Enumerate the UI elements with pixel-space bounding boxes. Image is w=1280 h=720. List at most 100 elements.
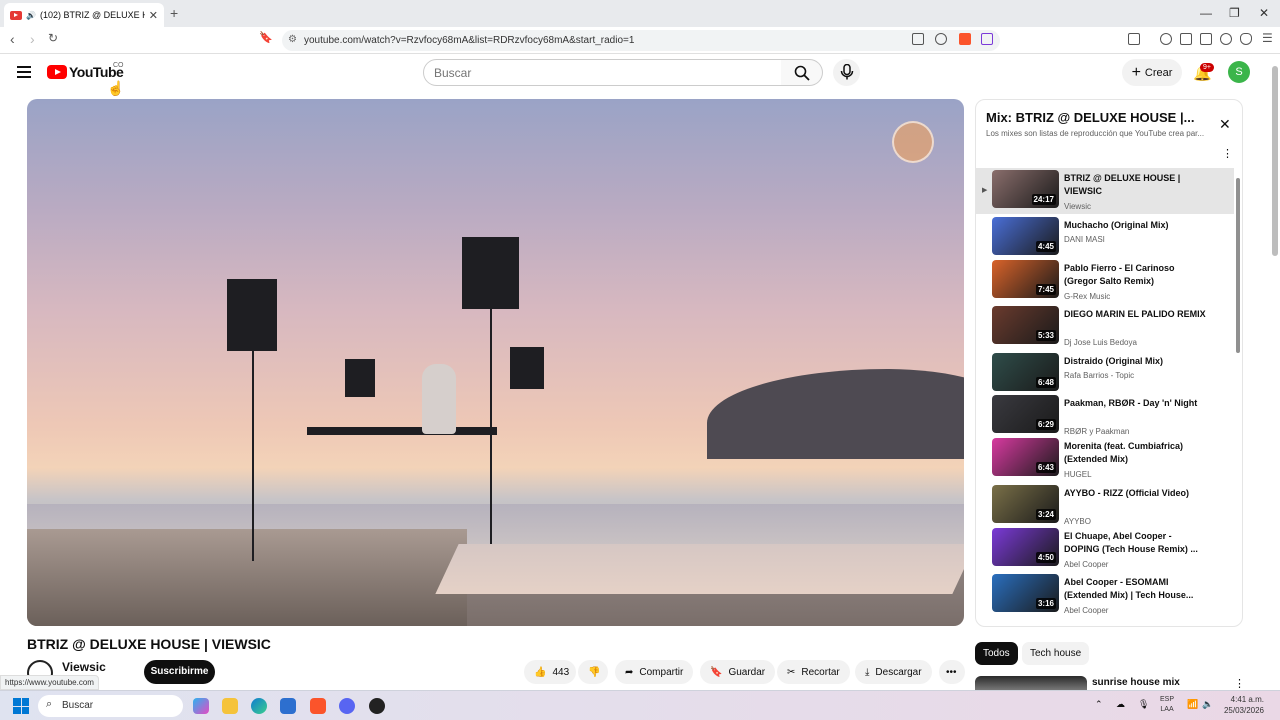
search-input[interactable]	[423, 59, 782, 86]
download-button[interactable]: ⤓ Descargar	[855, 660, 932, 684]
playlist-item-title[interactable]: Abel Cooper - ESOMAMI (Extended Mix) | T…	[1064, 576, 1209, 602]
playlist-item[interactable]: ▶ 24:17 BTRIZ @ DELUXE HOUSE | VIEWSIC View…	[976, 168, 1234, 214]
playlist-thumbnail[interactable]: 3:16	[992, 574, 1059, 612]
voice-search-button[interactable]	[833, 59, 860, 86]
audio-icon[interactable]: 🔊	[26, 11, 36, 20]
browser-tab[interactable]: 🔊 (102) BTRIZ @ DELUXE HOUS ✕	[4, 3, 164, 27]
tray-chevron-icon[interactable]: ⌃	[1095, 699, 1103, 710]
recommended-more-icon[interactable]: ⋮	[1234, 677, 1245, 690]
brave-rewards-icon[interactable]	[981, 33, 993, 45]
playlist-thumbnail[interactable]: 6:48	[992, 353, 1059, 391]
screenshot-icon[interactable]	[1128, 33, 1140, 45]
playlist-item-title[interactable]: Paakman, RBØR - Day 'n' Night	[1064, 397, 1209, 410]
playlist-item-title[interactable]: Distraido (Original Mix)	[1064, 355, 1209, 368]
close-playlist-icon[interactable]: ✕	[1219, 116, 1231, 133]
brave-taskbar-icon[interactable]	[310, 698, 326, 714]
playlist-title[interactable]: Mix: BTRIZ @ DELUXE HOUSE |...	[986, 110, 1206, 125]
playlist-item[interactable]: 3:16 Abel Cooper - ESOMAMI (Extended Mix)…	[976, 572, 1234, 618]
bookmark-icon[interactable]: 🔖	[259, 31, 273, 44]
brave-shield-icon[interactable]	[959, 33, 971, 45]
playlist-thumbnail[interactable]: 4:45	[992, 217, 1059, 255]
file-explorer-icon[interactable]	[222, 698, 238, 714]
playlist-item-title[interactable]: AYYBO - RIZZ (Official Video)	[1064, 487, 1209, 500]
dislike-button[interactable]: 👎	[578, 660, 608, 684]
browser-menu-icon[interactable]: ☰	[1262, 31, 1273, 45]
playlist-thumbnail[interactable]: 6:43	[992, 438, 1059, 476]
playlist-item[interactable]: 5:33 DIEGO MARIN EL PALIDO REMIX Dj Jose L…	[976, 304, 1234, 350]
account-avatar[interactable]: S	[1228, 61, 1250, 83]
playlist-item[interactable]: 6:43 Morenita (feat. Cumbiafrica) (Extend…	[976, 436, 1234, 482]
edge-icon[interactable]	[251, 698, 267, 714]
leo-ai-icon[interactable]	[1220, 33, 1232, 45]
playlist-scrollbar[interactable]	[1236, 178, 1240, 353]
subscribe-button[interactable]: Suscribirme	[144, 660, 215, 684]
volume-icon[interactable]: 🔈	[1202, 699, 1213, 710]
viewsic-watermark-icon[interactable]	[892, 121, 934, 163]
more-actions-button[interactable]: •••	[939, 660, 965, 684]
playlist-thumbnail[interactable]: 6:29	[992, 395, 1059, 433]
hamburger-menu-icon[interactable]	[17, 66, 31, 81]
site-info-icon[interactable]: ⚙	[288, 34, 297, 45]
url-field[interactable]: ⚙ youtube.com/watch?v=Rzvfocy68mA&list=R…	[282, 30, 1000, 51]
cast-icon[interactable]	[912, 33, 924, 45]
save-button[interactable]: 🔖 Guardar	[700, 660, 776, 684]
playlist-item[interactable]: 3:24 AYYBO - RIZZ (Official Video) AYYBO	[976, 483, 1234, 529]
clip-button[interactable]: ✂ Recortar	[777, 660, 850, 684]
create-button[interactable]: + Crear	[1122, 59, 1182, 86]
playlist-item[interactable]: 4:45 Muchacho (Original Mix) DANI MASI	[976, 215, 1234, 261]
playlist-thumbnail[interactable]: 7:45	[992, 260, 1059, 298]
playlist-item-title[interactable]: BTRIZ @ DELUXE HOUSE | VIEWSIC	[1064, 172, 1209, 198]
close-window-icon[interactable]: ✕	[1259, 6, 1269, 20]
playlist-item-title[interactable]: Morenita (feat. Cumbiafrica) (Extended M…	[1064, 440, 1209, 466]
input-language[interactable]: ESP LAA	[1160, 695, 1174, 715]
playlist-thumbnail[interactable]: 24:17	[992, 170, 1059, 208]
like-button[interactable]: 👍 443	[524, 660, 576, 684]
back-icon[interactable]: ‹	[10, 31, 15, 47]
playlist-thumbnail[interactable]: 3:24	[992, 485, 1059, 523]
bookmark-save-icon: 🔖	[710, 666, 723, 678]
playlist-item-title[interactable]: El Chuape, Abel Cooper - DOPING (Tech Ho…	[1064, 530, 1209, 556]
forward-icon[interactable]: ›	[30, 31, 35, 47]
music-icon[interactable]	[1160, 33, 1172, 45]
playlist-item[interactable]: 7:45 Pablo Fierro - El Carinoso (Gregor S…	[976, 258, 1234, 304]
new-tab-icon[interactable]: +	[170, 5, 178, 21]
vpn-icon[interactable]	[1240, 33, 1252, 45]
playlist-item[interactable]: 4:50 El Chuape, Abel Cooper - DOPING (Tec…	[976, 526, 1234, 572]
restore-icon[interactable]: ❐	[1229, 6, 1240, 20]
minimize-icon[interactable]: —	[1200, 6, 1212, 20]
reload-icon[interactable]: ↻	[48, 31, 58, 45]
recommended-thumbnail[interactable]	[975, 676, 1087, 690]
search-button[interactable]	[781, 59, 823, 86]
wallet-icon[interactable]	[1200, 33, 1212, 45]
close-tab-icon[interactable]: ✕	[149, 9, 158, 22]
discord-icon[interactable]	[339, 698, 355, 714]
share-button[interactable]: ➦ Compartir	[615, 660, 694, 684]
chip-tech-house[interactable]: Tech house	[1022, 642, 1090, 665]
playlist-item[interactable]: 6:29 Paakman, RBØR - Day 'n' Night RBØR y …	[976, 393, 1234, 439]
sidebar-icon[interactable]	[1180, 33, 1192, 45]
chip-todos[interactable]: Todos	[975, 642, 1018, 665]
page-scrollbar[interactable]	[1272, 66, 1278, 256]
channel-name[interactable]: Viewsic	[62, 660, 106, 674]
youtube-favicon-icon	[10, 10, 22, 20]
copilot-icon[interactable]	[193, 698, 209, 714]
taskbar-search[interactable]: ⌕ Buscar	[38, 695, 183, 717]
playlist-item-title[interactable]: Muchacho (Original Mix)	[1064, 219, 1209, 232]
playlist-item-title[interactable]: DIEGO MARIN EL PALIDO REMIX	[1064, 308, 1209, 321]
network-icon[interactable]: 📶	[1187, 699, 1198, 710]
store-icon[interactable]	[280, 698, 296, 714]
recommended-title[interactable]: sunrise house mix	[1092, 677, 1180, 688]
playlist-thumbnail[interactable]: 5:33	[992, 306, 1059, 344]
youtube-logo[interactable]: YouTube CO	[47, 62, 124, 80]
playlist-more-icon[interactable]: ⋮	[1222, 147, 1233, 160]
playlist-thumbnail[interactable]: 4:50	[992, 528, 1059, 566]
windows-start-icon[interactable]	[13, 698, 29, 714]
taskbar-clock[interactable]: 4:41 a.m. 25/03/2026	[1222, 694, 1264, 716]
obs-icon[interactable]	[369, 698, 385, 714]
playlist-item[interactable]: 6:48 Distraido (Original Mix) Rafa Barrios…	[976, 351, 1234, 397]
video-player[interactable]	[27, 99, 964, 626]
tray-app2-icon[interactable]: 🎙	[1138, 699, 1149, 710]
playlist-item-title[interactable]: Pablo Fierro - El Carinoso (Gregor Salto…	[1064, 262, 1209, 288]
share-page-icon[interactable]	[935, 33, 947, 45]
tray-app-icon[interactable]: ☁	[1116, 699, 1125, 710]
